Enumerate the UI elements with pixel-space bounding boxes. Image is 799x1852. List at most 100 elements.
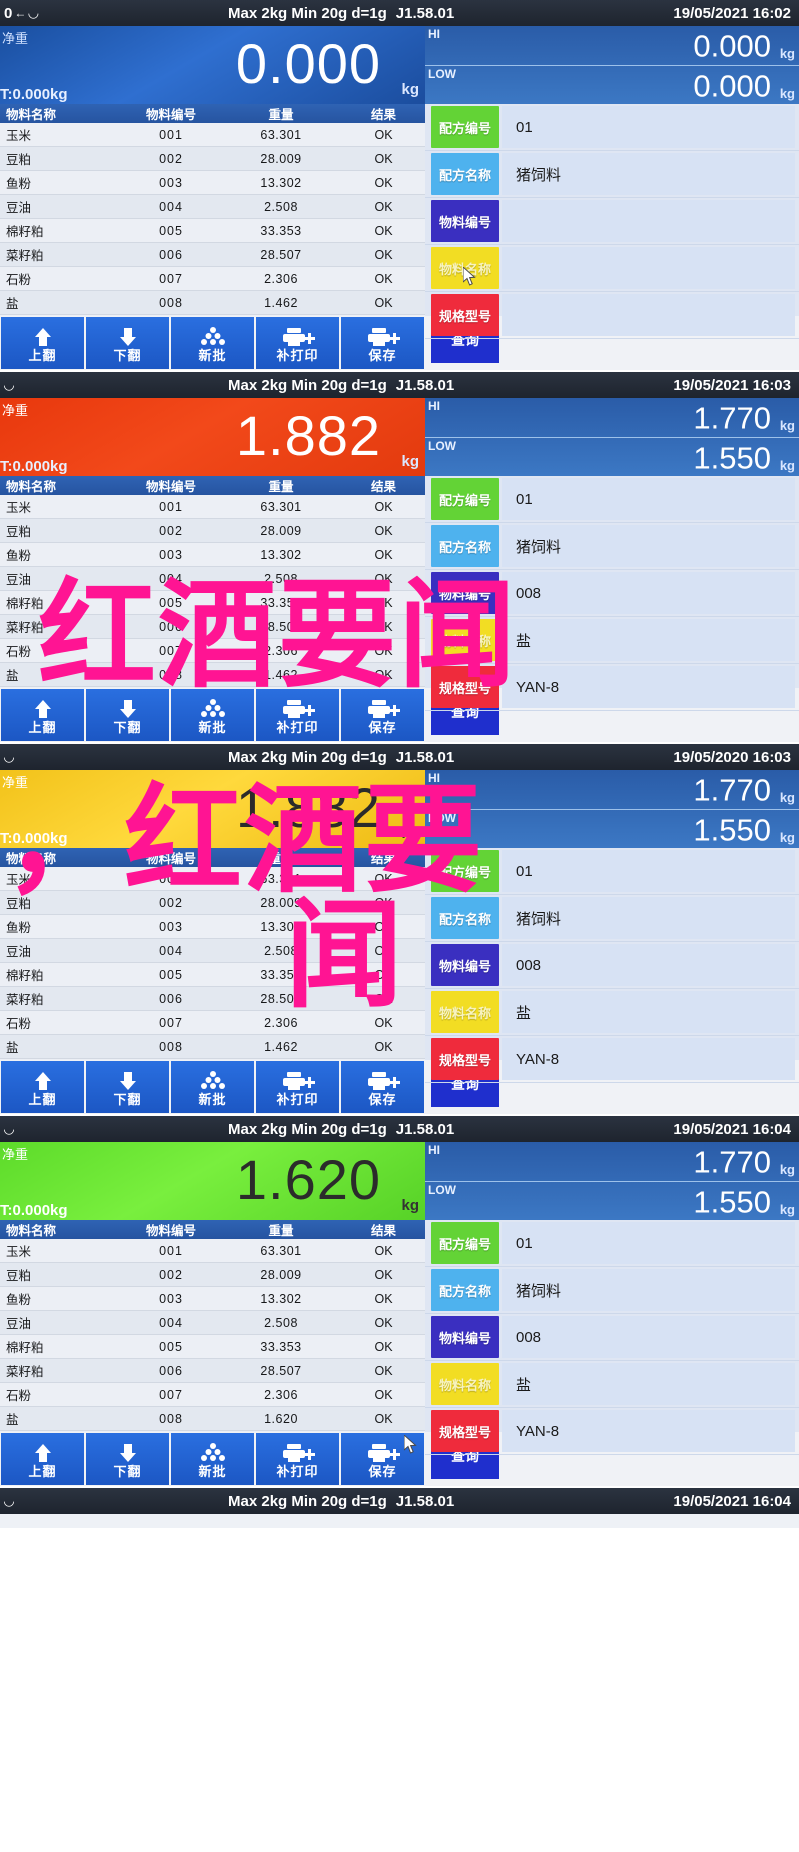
table-row[interactable]: 豆粕 002 28.009 OK — [0, 1262, 431, 1287]
table-row[interactable]: 豆油 004 2.508 OK — [0, 1310, 431, 1335]
table-row[interactable]: 盐 008 1.462 OK — [0, 290, 431, 315]
page-down-label: 下翻 — [113, 348, 142, 363]
page-down-button[interactable]: 下翻 — [86, 317, 169, 369]
reprint-button[interactable]: 补打印 — [256, 1061, 339, 1113]
material-no-key[interactable]: 物料编号 — [431, 200, 499, 242]
page-up-button[interactable]: 上翻 — [1, 1061, 84, 1113]
row-spec-model[interactable]: 规格型号 YAN-8 — [425, 664, 799, 711]
table-row[interactable]: 鱼粉 003 13.302 OK — [0, 1286, 431, 1311]
table-row[interactable]: 玉米 001 63.301 OK — [0, 1239, 431, 1263]
table-row[interactable]: 豆油 004 2.508 OK — [0, 566, 431, 591]
table-row[interactable]: 菜籽粕 006 28.507 OK — [0, 986, 431, 1011]
save-button[interactable]: 保存 — [341, 689, 424, 741]
row-formula-no[interactable]: 配方编号 01 — [425, 104, 799, 151]
row-material-no[interactable]: 物料编号 — [425, 198, 799, 245]
page-down-button[interactable]: 下翻 — [86, 1061, 169, 1113]
material-table-wrap[interactable]: 物料名称 物料编号 重量 结果 玉米 001 63.301 OK 豆粕 002 28.009… — [0, 104, 431, 316]
table-row[interactable]: 菜籽粕 006 28.507 OK — [0, 614, 431, 639]
new-batch-button[interactable]: 新批 — [171, 689, 254, 741]
page-up-button[interactable]: 上翻 — [1, 1433, 84, 1485]
table-row[interactable]: 盐 008 1.620 OK — [0, 1406, 431, 1431]
reprint-button[interactable]: 补打印 — [256, 1433, 339, 1485]
material-table-wrap[interactable]: 物料名称 物料编号 重量 结果 玉米 001 63.301 OK 豆粕 002 28.009… — [0, 476, 431, 688]
material-name-key[interactable]: 物料名称 — [431, 619, 499, 661]
formula-name-key[interactable]: 配方名称 — [431, 1269, 499, 1311]
row-formula-no[interactable]: 配方编号 01 — [425, 848, 799, 895]
table-row[interactable]: 玉米 001 63.301 OK — [0, 123, 431, 147]
reprint-button[interactable]: 补打印 — [256, 317, 339, 369]
spec-model-key[interactable]: 规格型号 — [431, 1410, 499, 1452]
row-spec-model[interactable]: 规格型号 — [425, 292, 799, 339]
table-row[interactable]: 豆粕 002 28.009 OK — [0, 518, 431, 543]
table-row[interactable]: 鱼粉 003 13.302 OK — [0, 170, 431, 195]
cell-weight: 28.009 — [226, 890, 336, 915]
table-row[interactable]: 盐 008 1.462 OK — [0, 662, 431, 687]
row-spec-model[interactable]: 规格型号 YAN-8 — [425, 1036, 799, 1083]
table-row[interactable]: 豆油 004 2.508 OK — [0, 938, 431, 963]
table-row[interactable]: 棉籽粕 005 33.353 OK — [0, 218, 431, 243]
spec-model-key[interactable]: 规格型号 — [431, 666, 499, 708]
row-material-no[interactable]: 物料编号 008 — [425, 942, 799, 989]
row-formula-no[interactable]: 配方编号 01 — [425, 476, 799, 523]
new-batch-button[interactable]: 新批 — [171, 1061, 254, 1113]
row-material-no[interactable]: 物料编号 008 — [425, 570, 799, 617]
row-material-no[interactable]: 物料编号 008 — [425, 1314, 799, 1361]
table-row[interactable]: 棉籽粕 005 33.353 OK — [0, 962, 431, 987]
new-batch-button[interactable]: 新批 — [171, 1433, 254, 1485]
material-name-key[interactable]: 物料名称 — [431, 1363, 499, 1405]
material-name-key[interactable]: 物料名称 — [431, 247, 499, 289]
table-row[interactable]: 石粉 007 2.306 OK — [0, 266, 431, 291]
row-material-name[interactable]: 物料名称 盐 — [425, 617, 799, 664]
page-up-button[interactable]: 上翻 — [1, 689, 84, 741]
formula-no-key[interactable]: 配方编号 — [431, 106, 499, 148]
row-material-name[interactable]: 物料名称 盐 — [425, 989, 799, 1036]
page-down-button[interactable]: 下翻 — [86, 1433, 169, 1485]
table-row[interactable]: 豆油 004 2.508 OK — [0, 194, 431, 219]
page-up-button[interactable]: 上翻 — [1, 317, 84, 369]
formula-name-key[interactable]: 配方名称 — [431, 525, 499, 567]
row-material-name[interactable]: 物料名称 盐 — [425, 1361, 799, 1408]
material-name-key[interactable]: 物料名称 — [431, 991, 499, 1033]
table-row[interactable]: 盐 008 1.462 OK — [0, 1034, 431, 1059]
table-row[interactable]: 豆粕 002 28.009 OK — [0, 890, 431, 915]
hi-limit-cell: HI 1.770 kg — [425, 398, 799, 438]
row-formula-no[interactable]: 配方编号 01 — [425, 1220, 799, 1267]
spec-model-key[interactable]: 规格型号 — [431, 1038, 499, 1080]
material-table-wrap[interactable]: 物料名称 物料编号 重量 结果 玉米 001 63.301 OK 豆粕 002 28.009… — [0, 1220, 431, 1432]
table-row[interactable]: 石粉 007 2.306 OK — [0, 1010, 431, 1035]
formula-no-key[interactable]: 配方编号 — [431, 478, 499, 520]
spec-model-key[interactable]: 规格型号 — [431, 294, 499, 336]
row-material-name[interactable]: 物料名称 — [425, 245, 799, 292]
table-row[interactable]: 豆粕 002 28.009 OK — [0, 146, 431, 171]
table-row[interactable]: 石粉 007 2.306 OK — [0, 1382, 431, 1407]
formula-no-key[interactable]: 配方编号 — [431, 850, 499, 892]
table-row[interactable]: 玉米 001 63.301 OK — [0, 867, 431, 891]
table-row[interactable]: 石粉 007 2.306 OK — [0, 638, 431, 663]
material-no-key[interactable]: 物料编号 — [431, 572, 499, 614]
table-row[interactable]: 菜籽粕 006 28.507 OK — [0, 242, 431, 267]
save-button[interactable]: 保存 — [341, 1061, 424, 1113]
formula-name-key[interactable]: 配方名称 — [431, 897, 499, 939]
table-row[interactable]: 鱼粉 003 13.302 OK — [0, 914, 431, 939]
save-button[interactable]: 保存 — [341, 1433, 424, 1485]
new-batch-button[interactable]: 新批 — [171, 317, 254, 369]
table-row[interactable]: 鱼粉 003 13.302 OK — [0, 542, 431, 567]
material-no-key[interactable]: 物料编号 — [431, 1316, 499, 1358]
row-formula-name[interactable]: 配方名称 猪饲料 — [425, 151, 799, 198]
save-button[interactable]: 保存 — [341, 317, 424, 369]
material-no-key[interactable]: 物料编号 — [431, 944, 499, 986]
table-row[interactable]: 玉米 001 63.301 OK — [0, 495, 431, 519]
table-row[interactable]: 菜籽粕 006 28.507 OK — [0, 1358, 431, 1383]
formula-name-key[interactable]: 配方名称 — [431, 153, 499, 195]
row-spec-model[interactable]: 规格型号 YAN-8 — [425, 1408, 799, 1455]
page-down-button[interactable]: 下翻 — [86, 689, 169, 741]
table-row[interactable]: 棉籽粕 005 33.353 OK — [0, 1334, 431, 1359]
material-table-wrap[interactable]: 物料名称 物料编号 重量 结果 玉米 001 63.301 OK 豆粕 002 28.009… — [0, 848, 431, 1060]
row-formula-name[interactable]: 配方名称 猪饲料 — [425, 523, 799, 570]
table-row[interactable]: 棉籽粕 005 33.353 OK — [0, 590, 431, 615]
reprint-button[interactable]: 补打印 — [256, 689, 339, 741]
row-formula-name[interactable]: 配方名称 猪饲料 — [425, 1267, 799, 1314]
formula-no-key[interactable]: 配方编号 — [431, 1222, 499, 1264]
cell-material-no: 002 — [116, 518, 226, 543]
row-formula-name[interactable]: 配方名称 猪饲料 — [425, 895, 799, 942]
